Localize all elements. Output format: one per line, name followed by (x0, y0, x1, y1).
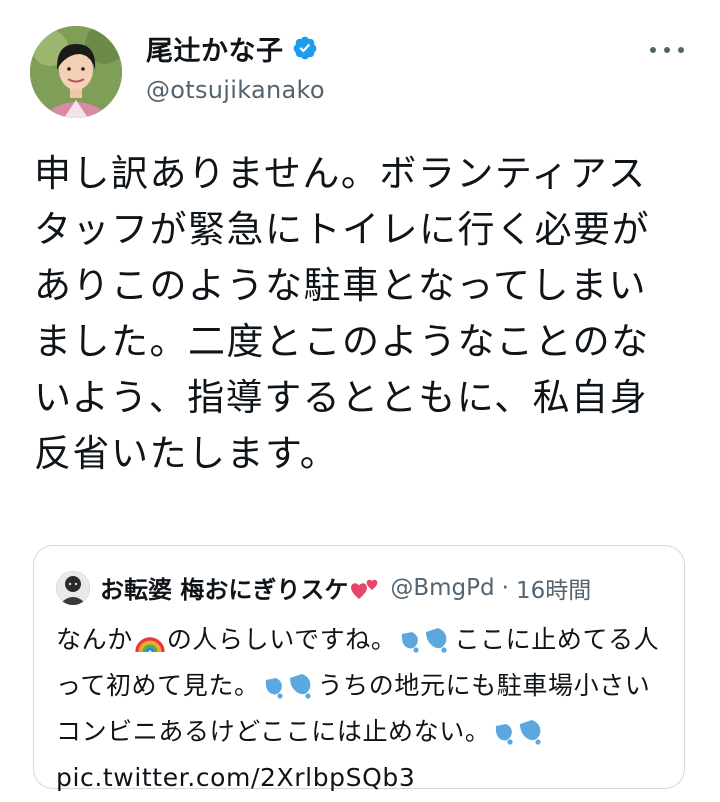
tweet-text: 申し訳ありません。ボランティアスタッフが緊急にトイレに行く必要がありこのような駐… (34, 152, 650, 475)
quote-timestamp[interactable]: 16時間 (516, 571, 591, 605)
separator-dot: · (501, 574, 509, 601)
sweat-droplets-icon (492, 718, 546, 758)
media-link[interactable]: pic.twitter.com/2XrlbpSQb3 (56, 763, 415, 792)
display-name[interactable]: 尾辻かな子 (146, 29, 284, 68)
dot (664, 47, 670, 53)
sweat-droplets-icon (262, 672, 316, 712)
quote-avatar[interactable] (56, 570, 90, 605)
handle[interactable]: @otsujikanako (146, 76, 325, 104)
author-names: 尾辻かな子 @otsujikanako (146, 29, 325, 105)
two-hearts-icon (350, 575, 380, 601)
verified-badge-icon (292, 35, 318, 61)
quote-header: お転婆 梅おにぎりスケ @BmgPd · 16時間 (56, 570, 591, 605)
avatar[interactable] (30, 26, 122, 118)
tweet: 尾辻かな子 @otsujikanako 申し訳ありません。ボランティアスタッフが… (0, 0, 720, 802)
quote-handle[interactable]: @BmgPd (390, 575, 494, 601)
dot (650, 47, 656, 53)
quote-display-name[interactable]: お転婆 梅おにぎりスケ (100, 570, 348, 605)
quote-text-2: の人らしいですね。 (166, 625, 397, 654)
quote-body: なんか の人らしいですね。 ここに止めてる人って初めて見た。 うちの地元にも駐車場小さ… (56, 620, 666, 798)
dot (678, 47, 684, 53)
sweat-droplets-icon (398, 626, 452, 666)
quote-text-1: なんか (56, 625, 133, 654)
tweet-header: 尾辻かな子 @otsujikanako (30, 26, 690, 118)
rainbow-icon (135, 626, 165, 666)
more-horizontal-icon[interactable] (650, 40, 684, 60)
quote-tweet-card[interactable]: お転婆 梅おにぎりスケ @BmgPd · 16時間 なんか の人らしいですね。 ここ… (33, 545, 685, 792)
display-name-row: 尾辻かな子 (146, 29, 325, 68)
